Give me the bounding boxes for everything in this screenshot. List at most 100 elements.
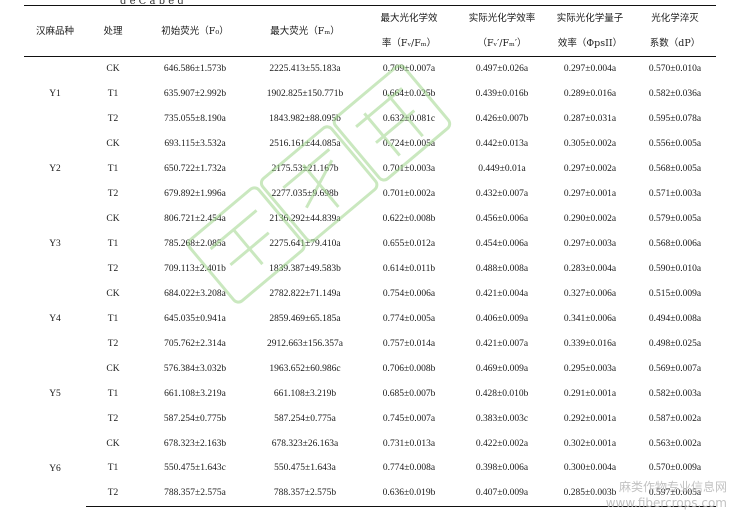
dp-cell: 0.563±0.002a — [648, 438, 702, 449]
phipsii-cell: 0.283±0.004a — [563, 263, 617, 274]
table-row: T1 635.907±2.992b 1902.825±150.771b 0.664±0… — [24, 82, 716, 107]
dp-cell: 0.590±0.010a — [648, 263, 702, 274]
fvfm-cell: 0.709±0.007a — [382, 64, 436, 75]
phipsii-cell: 0.287±0.031a — [563, 114, 617, 125]
treatment-cell: T2 — [107, 338, 119, 349]
fvfm-actual-cell: 0.497±0.026a — [475, 64, 529, 75]
f0-cell: 693.115±3.532a — [164, 139, 226, 150]
fvfm-cell: 0.774±0.008a — [382, 463, 436, 474]
dp-cell: 0.494±0.008a — [648, 313, 702, 324]
f0-cell: 785.268±2.085a — [164, 239, 226, 250]
table-row: T2 735.055±8.190a 1843.982±88.095b 0.632±0.… — [24, 107, 716, 132]
fm-cell: 2516.161±44.085a — [269, 139, 341, 150]
fvfm-actual-cell: 0.488±0.008a — [475, 263, 529, 274]
f0-cell: 587.254±0.775b — [163, 413, 227, 424]
treatment-cell: T1 — [107, 239, 119, 250]
fvfm-actual-cell: 0.454±0.006a — [475, 239, 529, 250]
treatment-cell: T1 — [107, 164, 119, 175]
fm-cell: 2275.641±79.410a — [269, 239, 341, 250]
fvfm-cell: 0.655±0.012a — [382, 239, 436, 250]
fvfm-cell: 0.745±0.007a — [382, 413, 436, 424]
variety-cell: Y2 — [49, 164, 61, 175]
dp-cell: 0.568±0.005a — [648, 164, 702, 175]
fvfm-actual-cell: 0.442±0.013a — [475, 139, 529, 150]
header-fm: 最大荧光（Fₘ） — [250, 5, 360, 57]
phipsii-cell: 0.297±0.004a — [563, 64, 617, 75]
f0-cell: 635.907±2.992b — [163, 89, 227, 100]
treatment-cell: T1 — [107, 388, 119, 399]
table-row: T2 788.357±2.575a 788.357±2.575b 0.636±0.01… — [24, 480, 716, 507]
header-treatment: 处理 — [86, 5, 140, 57]
fvfm-actual-cell: 0.421±0.004a — [475, 288, 529, 299]
variety-cell: Y4 — [49, 313, 61, 324]
fm-cell: 2225.413±55.183a — [269, 64, 341, 75]
fvfm-cell: 0.701±0.002a — [382, 189, 436, 200]
f0-cell: 684.022±3.208a — [164, 288, 226, 299]
data-table: 汉麻品种 处理 初始荧光（F₀） 最大荧光（Fₘ） 最大光化学效 率（Fᵥ/Fₘ）… — [24, 5, 716, 507]
f0-cell: 576.384±3.032b — [163, 363, 227, 374]
header-variety: 汉麻品种 — [24, 5, 86, 57]
f0-cell: 645.035±0.941a — [164, 313, 226, 324]
phipsii-cell: 0.341±0.006a — [563, 313, 617, 324]
treatment-cell: CK — [106, 363, 120, 374]
f0-cell: 650.722±1.732a — [164, 164, 226, 175]
table-row: T1 550.475±1.643c 550.475±1.643a 0.774±0.00… — [24, 456, 716, 481]
treatment-cell: T2 — [107, 189, 119, 200]
table-row: Y4 CK 684.022±3.208a 2782.822±71.149a 0.754±… — [24, 281, 716, 324]
table-row: Y3 CK 806.721±2.454a 2136.292±44.839a 0.622±… — [24, 207, 716, 249]
table-row: T2 679.892±1.996a 2277.035±9.698b 0.701±0.0… — [24, 182, 716, 207]
table-row: T2 587.254±0.775b 587.254±0.775a 0.745±0.00… — [24, 406, 716, 431]
fm-cell: 678.323±26.163a — [271, 438, 339, 449]
variety-cell: Y1 — [49, 89, 61, 100]
treatment-cell: T2 — [107, 413, 119, 424]
dp-cell: 0.595±0.078a — [648, 114, 702, 125]
dp-cell: 0.498±0.025a — [648, 338, 702, 349]
fvfm-actual-cell: 0.432±0.007a — [475, 189, 529, 200]
fm-cell: 1902.825±150.771b — [266, 89, 344, 100]
fvfm-actual-cell: 0.426±0.007b — [475, 114, 529, 125]
dp-cell: 0.556±0.005a — [648, 139, 702, 150]
header-fvfm-actual: 实际光化学效率 （Fᵥ′/Fₘ′） — [458, 5, 546, 57]
treatment-cell: CK — [106, 438, 120, 449]
table-row: T1 650.722±1.732a 2175.53±21.167b 0.701±0.0… — [24, 157, 716, 182]
treatment-cell: T2 — [107, 263, 119, 274]
treatment-cell: T2 — [86, 480, 140, 507]
fvfm-cell: 0.724±0.005a — [382, 139, 436, 150]
fm-cell: 2859.469±65.185a — [269, 313, 341, 324]
fvfm-actual-cell: 0.449±0.01a — [478, 164, 526, 175]
f0-cell: 705.762±2.314a — [164, 338, 226, 349]
fm-cell: 788.357±2.575b — [250, 480, 360, 507]
dp-cell: 0.597±0.005a — [634, 480, 716, 507]
f0-cell: 661.108±3.219a — [164, 388, 226, 399]
fvfm-actual-cell: 0.422±0.002a — [475, 438, 529, 449]
fvfm-cell: 0.614±0.011b — [382, 263, 436, 274]
header-dp: 光化学淬灭 系数（dP） — [634, 5, 716, 57]
table-row: T1 661.108±3.219a 661.108±3.219b 0.685±0.00… — [24, 381, 716, 406]
fvfm-cell: 0.701±0.003a — [382, 164, 436, 175]
phipsii-cell: 0.290±0.002a — [563, 214, 617, 225]
table-row: Y5 CK 576.384±3.032b 1963.652±60.986c 0.706±… — [24, 356, 716, 399]
table-row: Y6 CK 678.323±2.163b 678.323±26.163a 0.731±0… — [24, 431, 716, 474]
fm-cell: 2277.035±9.698b — [271, 189, 339, 200]
treatment-cell: CK — [106, 288, 120, 299]
table-row: T1 785.268±2.085a 2275.641±79.410a 0.655±0.… — [24, 232, 716, 257]
fvfm-actual-cell: 0.439±0.016b — [475, 89, 529, 100]
dp-cell: 0.582±0.003a — [648, 388, 702, 399]
fvfm-actual-cell: 0.456±0.006a — [475, 214, 529, 225]
table-row: T2 709.113±2.401b 1839.387±49.583b 0.614±0.… — [24, 257, 716, 282]
variety-cell: Y6 — [49, 463, 61, 474]
phipsii-cell: 0.339±0.016a — [563, 338, 617, 349]
f0-cell: 735.055±8.190a — [164, 114, 226, 125]
dp-cell: 0.582±0.036a — [648, 89, 702, 100]
dp-cell: 0.579±0.005a — [648, 214, 702, 225]
phipsii-cell: 0.285±0.003b — [546, 480, 634, 507]
f0-cell: 679.892±1.996a — [164, 189, 226, 200]
dp-cell: 0.570±0.009a — [648, 463, 702, 474]
dp-cell: 0.570±0.010a — [648, 64, 702, 75]
treatment-cell: T1 — [107, 463, 119, 474]
f0-cell: 550.475±1.643c — [164, 463, 226, 474]
f0-cell: 678.323±2.163b — [163, 438, 227, 449]
phipsii-cell: 0.292±0.001a — [563, 413, 617, 424]
f0-cell: 646.586±1.573b — [163, 64, 227, 75]
f0-cell: 788.357±2.575a — [140, 480, 250, 507]
